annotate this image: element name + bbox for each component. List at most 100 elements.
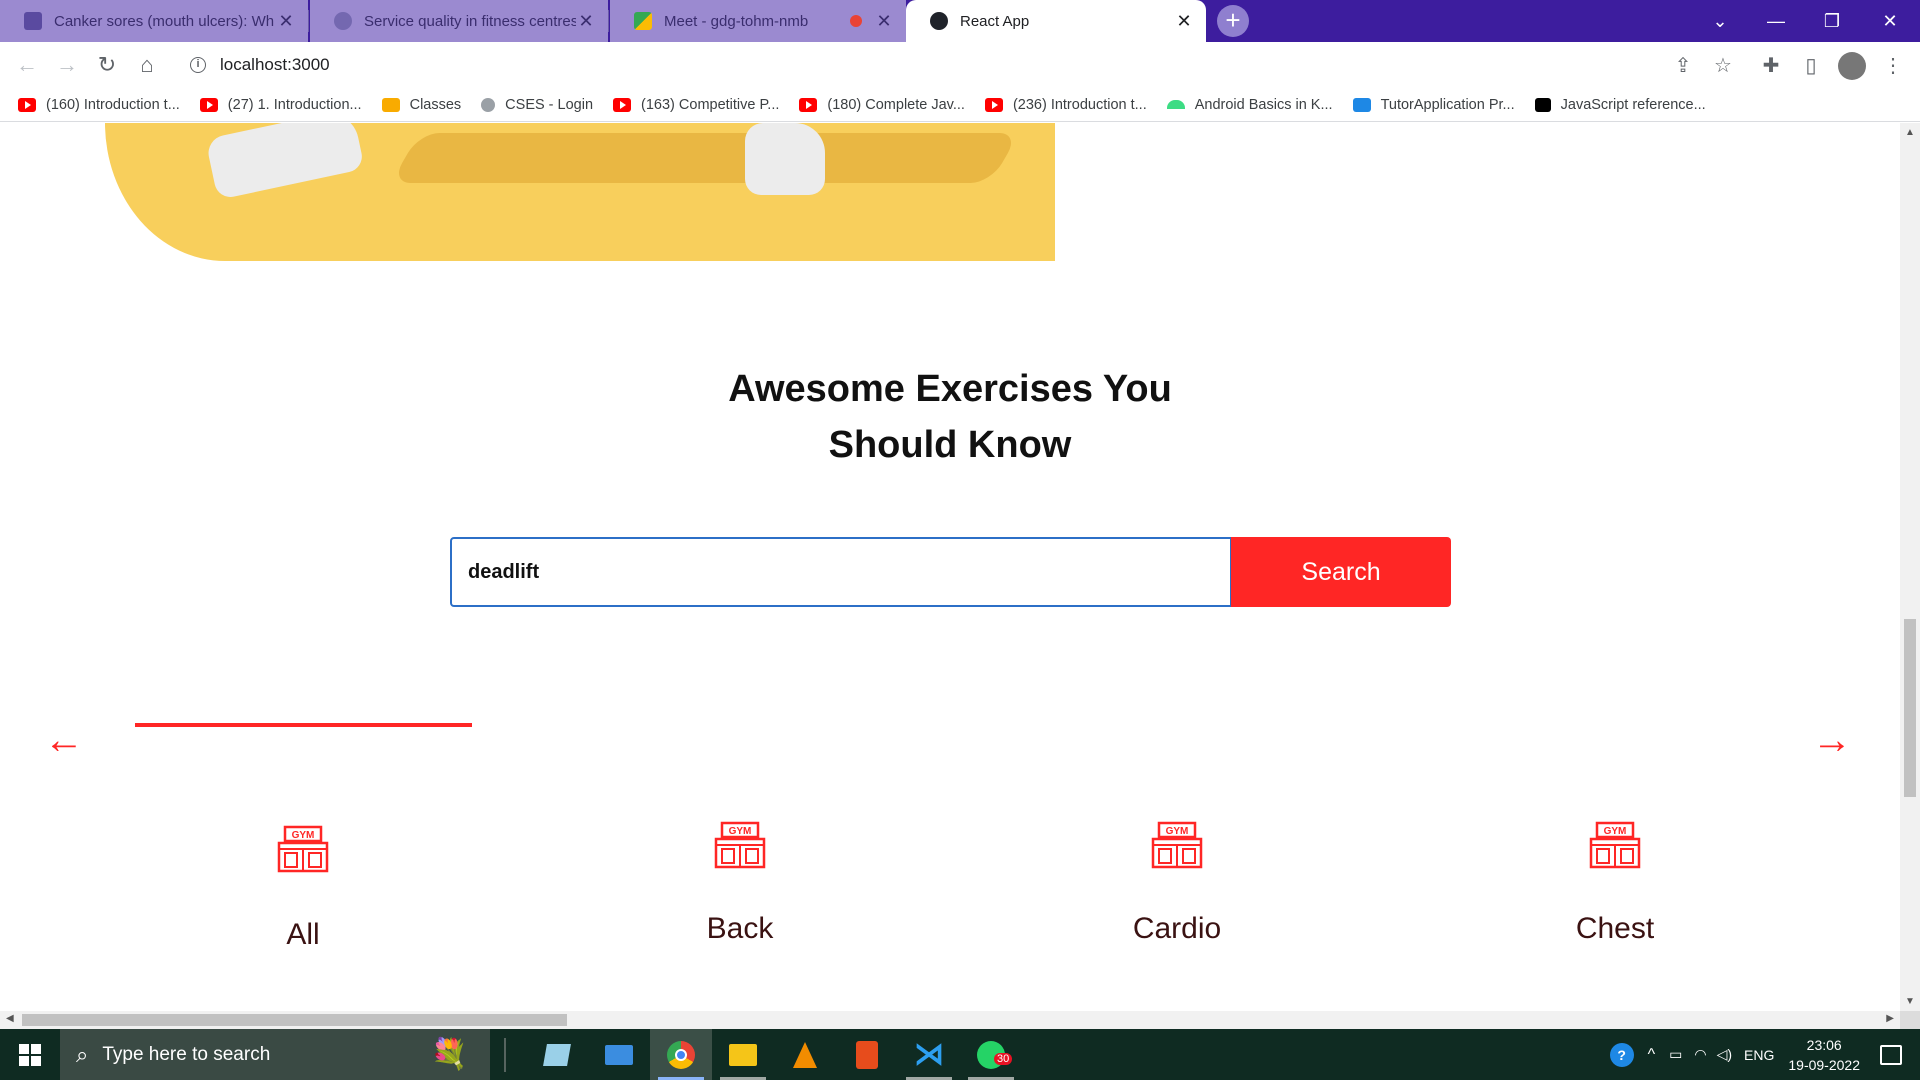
scroll-right-icon[interactable]: ▶ [1886,1013,1894,1024]
bookmark-item[interactable]: (160) Introduction t... [18,97,180,113]
category-card-cardio[interactable]: GYM Cardio [1027,819,1327,946]
site-info-icon[interactable]: i [190,57,206,73]
svg-text:GYM: GYM [1604,826,1627,837]
left-arrow-icon[interactable]: ← [44,720,84,760]
back-icon[interactable]: ← [12,50,42,80]
address-bar[interactable]: i localhost:3000 [176,48,1766,82]
close-tab-icon[interactable]: ✕ [276,11,296,32]
bookmark-label: (163) Competitive P... [641,96,780,113]
taskbar-app-vlc[interactable] [774,1029,836,1080]
taskbar-app-mail[interactable] [588,1029,650,1080]
bookmark-item[interactable]: (27) 1. Introduction... [199,97,362,113]
horizontal-scrollbar[interactable]: ◀ ▶ [0,1011,1900,1029]
svg-text:GYM: GYM [1166,826,1189,837]
taskbar-app-notes[interactable] [526,1029,588,1080]
clock[interactable]: 23:06 19-09-2022 [1788,1035,1860,1075]
new-tab-button[interactable]: + [1217,5,1249,37]
bookmark-item[interactable]: Android Basics in K... [1166,97,1333,113]
extensions-icon[interactable]: ✚ [1758,52,1784,78]
home-icon[interactable]: ⌂ [132,50,162,80]
category-card-chest[interactable]: GYM Chest [1465,819,1765,946]
tab-separator [608,10,609,32]
vlc-icon [793,1041,817,1068]
classroom-icon [381,97,400,112]
bookmark-item[interactable]: JavaScript reference... [1534,97,1706,113]
vertical-scroll-thumb[interactable] [1904,619,1916,797]
exercises-heading: Awesome Exercises You Should Know [640,361,1260,473]
scroll-left-icon[interactable]: ◀ [6,1013,14,1024]
exercise-search-input[interactable]: deadlift [450,537,1232,607]
clock-date: 19-09-2022 [1788,1056,1860,1073]
tab-meet[interactable]: Meet - gdg-tohm-nmb ✕ [610,0,906,42]
show-hidden-icons-chevron-icon[interactable]: ^ [1648,1046,1656,1064]
bookmark-item[interactable]: (236) Introduction t... [984,97,1147,113]
gym-icon: GYM [1589,821,1641,869]
bookmark-item[interactable]: CSES - Login [481,97,593,113]
category-label: Back [706,912,774,945]
tab-service-quality[interactable]: Service quality in fitness centres: ✕ [310,0,608,42]
minimize-icon[interactable]: — [1748,0,1804,42]
sneaker-right [745,123,825,195]
volume-icon[interactable]: ◁) [1717,1046,1732,1063]
close-tab-icon[interactable]: ✕ [576,11,596,32]
vertical-scrollbar[interactable]: ▲ ▼ [1900,123,1920,1011]
bookmark-item[interactable]: (180) Complete Jav... [799,97,965,113]
profile-avatar[interactable] [1838,52,1866,80]
tab-canker-sores[interactable]: Canker sores (mouth ulcers): Wh ✕ [0,0,308,42]
youtube-icon [799,97,818,112]
flower-decoration-icon: 💐 [430,1038,468,1071]
battery-icon[interactable]: ▭ [1669,1046,1682,1063]
close-tab-icon[interactable]: ✕ [1174,11,1194,32]
bookmark-item[interactable]: TutorApplication Pr... [1352,97,1515,113]
taskbar-app-chrome[interactable] [650,1029,712,1080]
category-label: All [286,918,320,951]
start-button[interactable] [0,1029,60,1080]
scroll-down-icon[interactable]: ▼ [1900,996,1920,1007]
mail-icon [605,1044,633,1065]
tab-strip: Canker sores (mouth ulcers): Wh ✕ Servic… [0,0,1920,42]
bookmark-item[interactable]: (163) Competitive P... [613,97,779,113]
category-card-all[interactable]: GYM All [153,823,453,952]
bookmark-star-icon[interactable]: ☆ [1710,52,1736,78]
share-icon[interactable]: ⇪ [1670,52,1696,78]
youtube-icon [199,97,218,112]
restore-icon[interactable]: ❐ [1804,0,1860,42]
tab-search-icon[interactable]: ⌄ [1692,0,1748,42]
search-button[interactable]: Search [1231,537,1451,607]
chrome-icon [667,1040,695,1069]
category-card-back[interactable]: GYM Back [590,819,890,946]
language-indicator[interactable]: ENG [1744,1047,1774,1063]
taskbar-app-explorer[interactable] [712,1029,774,1080]
taskbar-search-box[interactable]: ⌕ Type here to search 💐 [60,1029,490,1080]
tab-react-app[interactable]: React App ✕ [906,0,1206,42]
scrollbar-corner [1900,1011,1920,1029]
taskbar-app-vscode[interactable]: ⋊ [898,1029,960,1080]
svg-text:GYM: GYM [292,830,315,841]
menu-icon[interactable]: ⋮ [1880,52,1906,78]
notifications-icon[interactable] [1880,1044,1902,1065]
taskbar-app-whatsapp[interactable]: 30 [960,1029,1022,1080]
close-window-icon[interactable]: ✕ [1862,0,1918,42]
side-panel-icon[interactable]: ▯ [1798,52,1824,78]
help-icon[interactable]: ? [1609,1042,1634,1067]
taskbar-app-office[interactable] [836,1029,898,1080]
shadow-shape [390,133,1020,183]
scroll-up-icon[interactable]: ▲ [1900,127,1920,138]
gym-icon: GYM [714,821,766,869]
bookmark-label: (180) Complete Jav... [827,96,965,113]
close-tab-icon[interactable]: ✕ [874,11,894,32]
tutor-app-icon [1352,97,1371,112]
forward-icon[interactable]: → [52,50,82,80]
browser-toolbar: ← → ↻ ⌂ i localhost:3000 ⇪ ☆ ✚ ▯ ⋮ [0,42,1920,88]
horizontal-scroll-thumb[interactable] [22,1014,567,1026]
react-favicon-icon [930,12,948,30]
bookmarks-bar: (160) Introduction t... (27) 1. Introduc… [0,88,1920,122]
active-category-indicator [135,723,472,727]
wifi-icon[interactable]: ◠ [1694,1046,1706,1063]
bookmark-item[interactable]: Classes [381,97,461,113]
youtube-icon [984,97,1003,112]
windows-taskbar: ⌕ Type here to search 💐 ⋊ 30 ? ^ ▭ ◠ ◁) [0,1029,1920,1080]
reload-icon[interactable]: ↻ [92,50,122,80]
tab-title: Meet - gdg-tohm-nmb [664,12,809,30]
right-arrow-icon[interactable]: → [1812,720,1852,760]
